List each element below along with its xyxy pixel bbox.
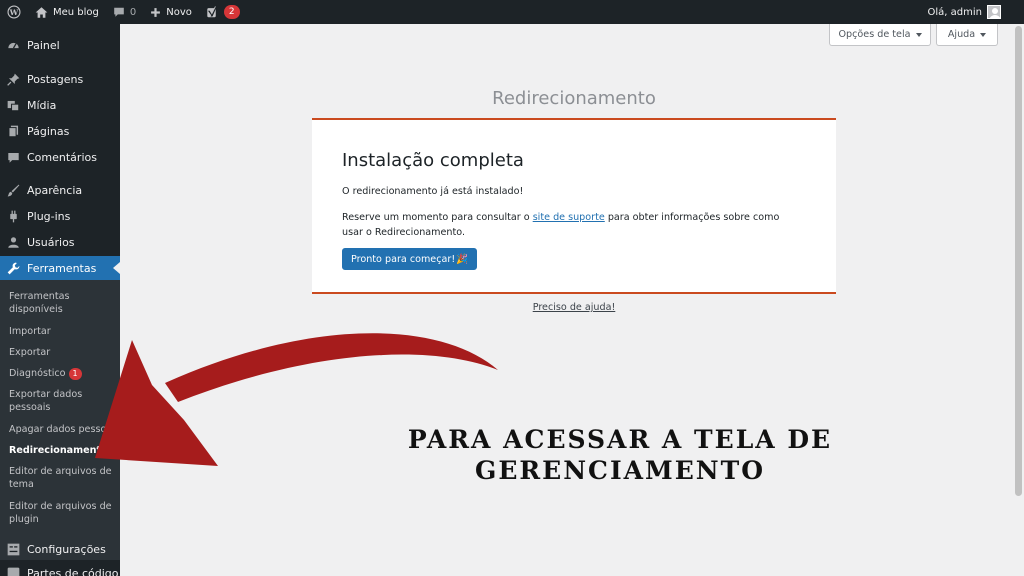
- tutorial-arrow: [95, 333, 498, 466]
- tutorial-caption: PARA ACESSAR A TELA DE GERENCIAMENTO: [370, 424, 870, 486]
- tutorial-caption-line2: GERENCIAMENTO: [474, 456, 766, 485]
- tutorial-caption-line1: PARA ACESSAR A TELA DE: [407, 425, 833, 454]
